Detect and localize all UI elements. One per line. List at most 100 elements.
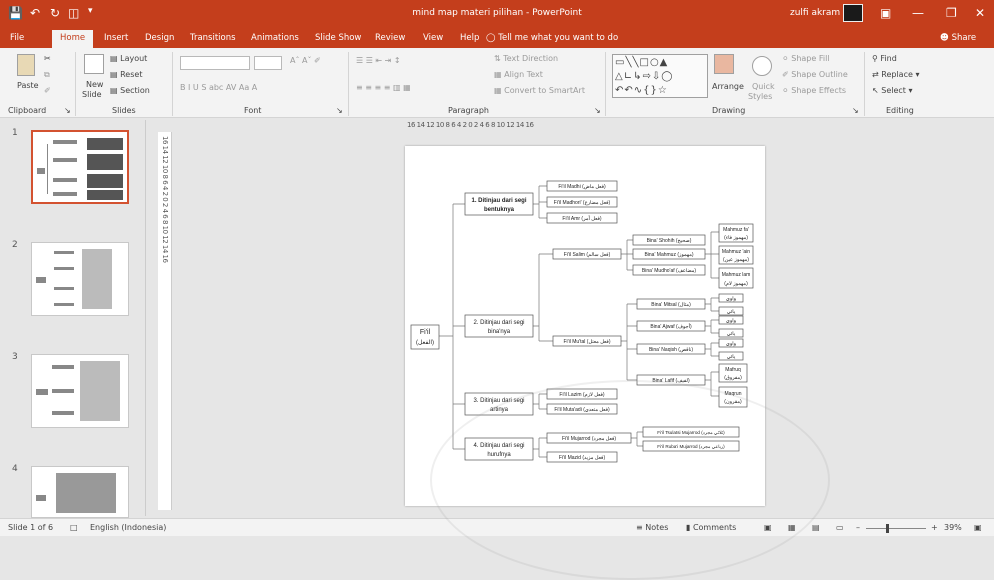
- slide-thumbnail-3[interactable]: [31, 354, 129, 428]
- quick-styles-button[interactable]: Quick: [752, 82, 775, 91]
- node[interactable]: Bina' Ajwaf (أجوف): [650, 322, 692, 330]
- minimize-icon[interactable]: —: [912, 6, 924, 20]
- cut-icon[interactable]: ✂: [44, 54, 51, 63]
- close-icon[interactable]: ✕: [975, 6, 985, 20]
- restore-icon[interactable]: ❐: [946, 6, 957, 20]
- comments-button[interactable]: ▮ Comments: [686, 523, 736, 532]
- tab-view[interactable]: View: [423, 33, 443, 43]
- clipboard-launcher-icon[interactable]: ↘: [64, 106, 71, 115]
- node[interactable]: Bina' Shohih (صحيح): [647, 238, 692, 244]
- tab-insert[interactable]: Insert: [104, 33, 128, 43]
- arrange-icon[interactable]: [714, 54, 734, 74]
- language-indicator[interactable]: English (Indonesia): [90, 523, 166, 532]
- layout-button[interactable]: ▤ Layout: [110, 54, 147, 63]
- zoom-slider[interactable]: [866, 528, 926, 529]
- bullets-numbering-icons[interactable]: ☰ ☰ ⇤ ⇥ ↕: [356, 56, 401, 65]
- new-slide-icon[interactable]: [84, 54, 104, 74]
- paste-button[interactable]: Paste: [17, 81, 39, 90]
- format-painter-icon[interactable]: ✐: [44, 86, 51, 95]
- shape-fill-button[interactable]: ⚪ Shape Fill: [782, 54, 830, 63]
- node[interactable]: Fi'il Madhi (فعل ماض): [558, 184, 606, 190]
- notes-button[interactable]: ≡ Notes: [636, 523, 668, 532]
- tab-home[interactable]: Home: [52, 30, 94, 48]
- tab-file[interactable]: File: [10, 33, 24, 43]
- branch-2[interactable]: 2. Ditinjau dari segi: [473, 320, 524, 326]
- paragraph-launcher-icon[interactable]: ↘: [594, 106, 601, 115]
- tab-review[interactable]: Review: [375, 33, 405, 43]
- node[interactable]: Mahmuz fa': [723, 227, 749, 233]
- branch-3[interactable]: 3. Ditinjau dari segi: [473, 398, 524, 404]
- node[interactable]: يائي: [727, 354, 736, 360]
- ribbon-display-icon[interactable]: ▣: [880, 6, 891, 20]
- arrange-button[interactable]: Arrange: [712, 82, 744, 91]
- reset-button[interactable]: ▤ Reset: [110, 70, 142, 79]
- copy-icon[interactable]: ⧉: [44, 70, 50, 80]
- node[interactable]: Mahmuz 'ain: [722, 249, 750, 255]
- find-button[interactable]: ⚲ Find: [872, 54, 897, 63]
- normal-view-icon[interactable]: ▣: [764, 523, 772, 532]
- node[interactable]: Mafruq: [725, 367, 741, 373]
- tab-animations[interactable]: Animations: [251, 33, 299, 43]
- alignment-icons[interactable]: ≡ ≡ ≡ ≡ ▥ ▦: [356, 83, 411, 92]
- node[interactable]: Maqrun: [725, 391, 742, 397]
- convert-smartart-button[interactable]: ▦ Convert to SmartArt: [494, 86, 585, 95]
- root-node[interactable]: Fi'il: [420, 329, 431, 336]
- node[interactable]: Bina' Lafif (لفيف): [652, 378, 690, 384]
- tab-slide-show[interactable]: Slide Show: [315, 33, 361, 43]
- node[interactable]: Mahmuz lam: [722, 272, 751, 278]
- tab-help[interactable]: Help: [460, 33, 479, 43]
- quick-styles-icon[interactable]: [752, 56, 772, 76]
- node[interactable]: Fi'il Amr (فعل أمر): [562, 214, 602, 222]
- node[interactable]: واوي: [726, 318, 737, 324]
- slideshow-icon[interactable]: ▭: [836, 523, 844, 532]
- branch-4[interactable]: 4. Ditinjau dari segi: [473, 443, 524, 449]
- node[interactable]: Bina' Mitsal (مثال): [651, 302, 691, 308]
- slide[interactable]: Fi'il (الفعل) 1. Ditinjau dari segi bent…: [405, 146, 765, 506]
- node[interactable]: واوي: [726, 296, 737, 302]
- drawing-launcher-icon[interactable]: ↘: [852, 106, 859, 115]
- node[interactable]: Fi'il Madhori' (فعل مضارع): [554, 200, 611, 206]
- font-format-buttons[interactable]: B I U S abc AV Aa A: [180, 83, 257, 92]
- font-size-combo[interactable]: [254, 56, 282, 70]
- shape-effects-button[interactable]: ⚪ Shape Effects: [782, 86, 846, 95]
- zoom-in-icon[interactable]: +: [931, 523, 938, 532]
- slide-thumbnail-4[interactable]: [31, 466, 129, 518]
- tab-transitions[interactable]: Transitions: [190, 33, 236, 43]
- spellcheck-icon[interactable]: □: [70, 523, 78, 532]
- shapes-gallery[interactable]: ▭╲╲□○▲ △∟↳⇨⇩◯ ↶↶∿{}☆: [612, 54, 708, 98]
- new-slide-button[interactable]: New: [86, 80, 103, 89]
- node[interactable]: Fi'il Muta'adi (فعل متعدي): [554, 407, 610, 413]
- replace-button[interactable]: ⇄ Replace ▾: [872, 70, 919, 79]
- node[interactable]: Bina' Mahmuz (مهموز): [644, 252, 693, 258]
- node[interactable]: يائي: [727, 331, 736, 337]
- node[interactable]: Fi'il Salim (فعل سالم): [564, 252, 611, 258]
- node[interactable]: Fi'il Lazim (فعل لازم): [559, 392, 604, 398]
- tab-design[interactable]: Design: [145, 33, 174, 43]
- slide-thumbnail-1[interactable]: [31, 130, 129, 204]
- reading-view-icon[interactable]: ▤: [812, 523, 820, 532]
- shape-outline-button[interactable]: ✐ Shape Outline: [782, 70, 848, 79]
- select-button[interactable]: ↖ Select ▾: [872, 86, 913, 95]
- share-button[interactable]: ☻ Share: [940, 33, 976, 43]
- node[interactable]: Bina' Naqish (ناقص): [649, 347, 693, 353]
- paste-icon[interactable]: [17, 54, 35, 76]
- zoom-out-icon[interactable]: –: [856, 523, 860, 532]
- user-name[interactable]: zulfi akram: [790, 8, 840, 18]
- slide-thumbnail-2[interactable]: [31, 242, 129, 316]
- node[interactable]: Fi'il Mu'tal (فعل معتل): [563, 339, 610, 345]
- thumbnails-scrollbar[interactable]: [145, 120, 154, 516]
- avatar[interactable]: [843, 4, 863, 22]
- node[interactable]: Fi'il Mazid (فعل مزيد): [559, 455, 606, 461]
- tell-me-search[interactable]: ◯ Tell me what you want to do: [486, 33, 618, 43]
- align-text-button[interactable]: ▦ Align Text: [494, 70, 543, 79]
- text-direction-button[interactable]: ⇅ Text Direction: [494, 54, 558, 63]
- font-launcher-icon[interactable]: ↘: [336, 106, 343, 115]
- section-button[interactable]: ▤ Section: [110, 86, 150, 95]
- font-grow-shrink-icons[interactable]: Aˆ Aˇ ✐: [290, 56, 321, 65]
- node[interactable]: Fi'il Mujarrod (فعل مجرد): [562, 436, 616, 442]
- slide-sorter-icon[interactable]: ▦: [788, 523, 796, 532]
- font-name-combo[interactable]: [180, 56, 250, 70]
- fit-slide-icon[interactable]: ▣: [974, 523, 982, 532]
- node[interactable]: واوي: [726, 341, 737, 347]
- branch-1[interactable]: 1. Ditinjau dari segi: [471, 198, 526, 204]
